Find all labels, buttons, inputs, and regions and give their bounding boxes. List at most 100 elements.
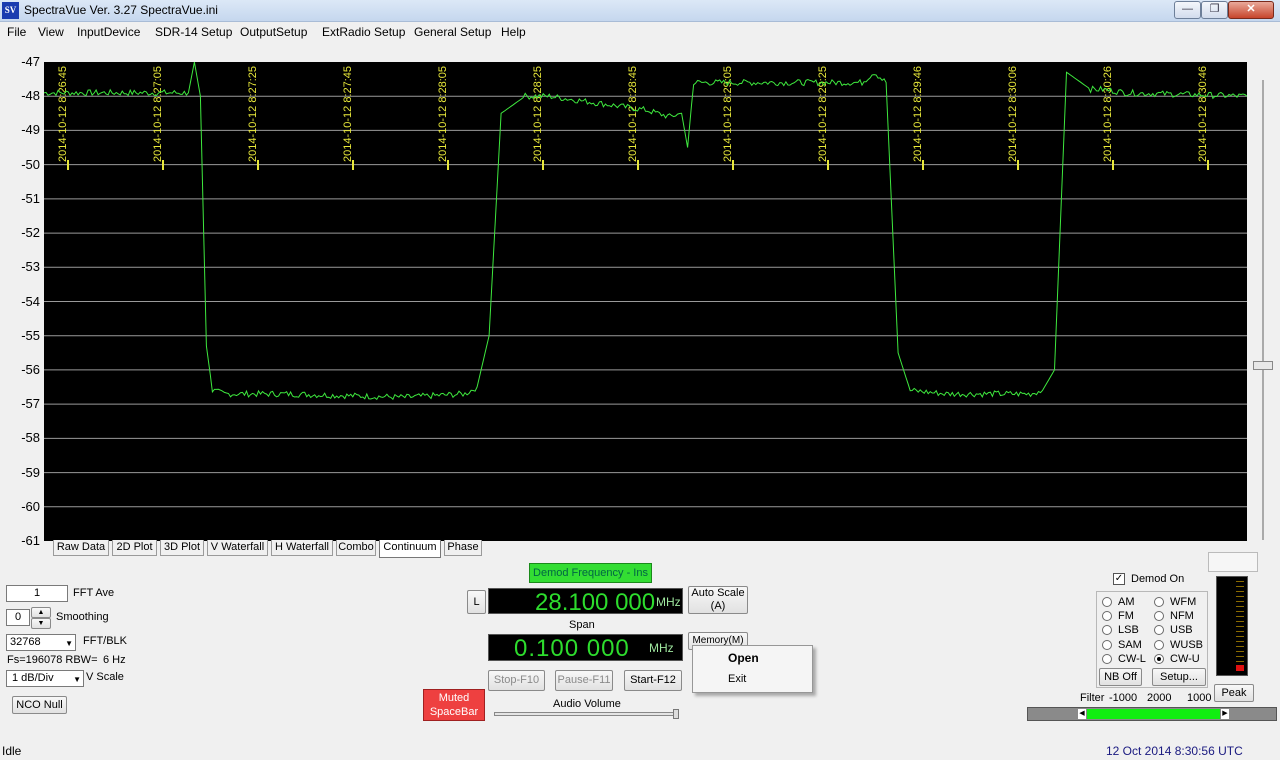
frequency-display[interactable]: 28.100 000 MHz bbox=[488, 588, 683, 616]
y-tick-label: -59 bbox=[21, 464, 40, 480]
vscale-value: 1 dB/Div bbox=[12, 672, 54, 684]
filter-passband bbox=[1087, 709, 1220, 719]
filter-label: Filter bbox=[1080, 692, 1105, 704]
chevron-down-icon: ▼ bbox=[73, 675, 81, 684]
tab-2d-plot[interactable]: 2D Plot bbox=[112, 540, 157, 556]
radio-wfm-label: WFM bbox=[1170, 596, 1197, 608]
y-tick-label: -51 bbox=[21, 190, 40, 206]
audio-volume-thumb[interactable] bbox=[673, 709, 679, 719]
radio-fm-label: FM bbox=[1118, 610, 1134, 622]
radio-wfm[interactable] bbox=[1154, 597, 1164, 607]
filter-right-handle[interactable]: ▶ bbox=[1221, 709, 1229, 719]
tab-continuum[interactable]: Continuum bbox=[379, 540, 441, 558]
radio-cw-u-label: CW-U bbox=[1170, 653, 1200, 665]
window-title: SpectraVue Ver. 3.27 SpectraVue.ini bbox=[24, 3, 218, 17]
stop-button[interactable]: Stop-F10 bbox=[488, 670, 545, 691]
time-label: 2014-10-12 8:27:05 bbox=[152, 66, 164, 162]
y-tick-label: -56 bbox=[21, 361, 40, 377]
tab-combo[interactable]: Combo bbox=[336, 540, 376, 556]
menu-help[interactable]: Help bbox=[501, 25, 526, 39]
radio-sam[interactable] bbox=[1102, 640, 1112, 650]
vertical-slider-thumb[interactable] bbox=[1253, 361, 1273, 370]
menu-sdr14-setup[interactable]: SDR-14 Setup bbox=[155, 25, 232, 39]
radio-am[interactable] bbox=[1102, 597, 1112, 607]
tab-phase[interactable]: Phase bbox=[444, 540, 482, 556]
radio-cw-l-label: CW-L bbox=[1118, 653, 1146, 665]
auto-scale-button[interactable]: Auto Scale (A) bbox=[688, 586, 748, 614]
smoothing-input[interactable]: 0 bbox=[6, 609, 30, 626]
fft-ave-input[interactable]: 1 bbox=[6, 585, 68, 602]
span-value: 0.100 000 bbox=[514, 635, 630, 662]
audio-volume-label: Audio Volume bbox=[553, 698, 621, 710]
frequency-value: 28.100 000 bbox=[535, 589, 656, 616]
radio-cw-u[interactable] bbox=[1154, 654, 1164, 664]
radio-wusb-label: WUSB bbox=[1170, 639, 1203, 651]
pause-button[interactable]: Pause-F11 bbox=[555, 670, 613, 691]
tab-3d-plot[interactable]: 3D Plot bbox=[160, 540, 204, 556]
time-label: 2014-10-12 8:26:45 bbox=[57, 66, 69, 162]
signal-meter bbox=[1216, 576, 1248, 676]
title-bar: SV SpectraVue Ver. 3.27 SpectraVue.ini —… bbox=[0, 0, 1280, 22]
close-button[interactable]: ✕ bbox=[1228, 1, 1274, 19]
peak-button[interactable]: Peak bbox=[1214, 684, 1254, 702]
fft-ave-label: FFT Ave bbox=[73, 587, 115, 599]
menu-general-setup[interactable]: General Setup bbox=[414, 25, 491, 39]
nco-null-button[interactable]: NCO Null bbox=[12, 696, 67, 714]
radio-lsb[interactable] bbox=[1102, 625, 1112, 635]
rbw-value: 6 Hz bbox=[103, 654, 126, 666]
menu-bar: File View InputDevice SDR-14 Setup Outpu… bbox=[0, 22, 1280, 42]
vscale-select[interactable]: 1 dB/Div ▼ bbox=[6, 670, 84, 687]
tab-h-waterfall[interactable]: H Waterfall bbox=[271, 540, 333, 556]
radio-usb[interactable] bbox=[1154, 625, 1164, 635]
menu-exit[interactable]: Exit bbox=[728, 673, 746, 685]
radio-wusb[interactable] bbox=[1154, 640, 1164, 650]
radio-am-label: AM bbox=[1118, 596, 1135, 608]
y-axis: -47 -48 -49 -50 -51 -52 -53 -54 -55 -56 -57 -58 -59 -… bbox=[0, 0, 44, 560]
time-label: 2014-10-12 8:30:26 bbox=[1102, 66, 1114, 162]
filter-left-handle[interactable]: ◀ bbox=[1078, 709, 1086, 719]
tab-v-waterfall[interactable]: V Waterfall bbox=[207, 540, 268, 556]
menu-outputsetup[interactable]: OutputSetup bbox=[240, 25, 307, 39]
menu-inputdevice[interactable]: InputDevice bbox=[77, 25, 140, 39]
demod-on-label: Demod On bbox=[1131, 573, 1185, 585]
time-label: 2014-10-12 8:30:06 bbox=[1007, 66, 1019, 162]
smoothing-up-button[interactable]: ▲ bbox=[31, 607, 51, 618]
tab-raw-data[interactable]: Raw Data bbox=[53, 540, 109, 556]
menu-open[interactable]: Open bbox=[728, 651, 759, 665]
y-tick-label: -55 bbox=[21, 327, 40, 343]
time-label: 2014-10-12 8:28:45 bbox=[627, 66, 639, 162]
y-tick-label: -49 bbox=[21, 122, 40, 138]
spectrum-plot[interactable]: 2014-10-12 8:26:45 2014-10-12 8:27:05 2014… bbox=[43, 61, 1248, 541]
y-tick-label: -61 bbox=[21, 533, 40, 548]
maximize-button[interactable]: ❐ bbox=[1201, 1, 1228, 19]
y-tick-label: -54 bbox=[21, 293, 40, 309]
radio-usb-label: USB bbox=[1170, 624, 1193, 636]
demod-frequency-button[interactable]: Demod Frequency - Ins bbox=[529, 563, 652, 583]
y-tick-label: -48 bbox=[21, 88, 40, 104]
span-display[interactable]: 0.100 000 MHz bbox=[488, 634, 683, 662]
nb-off-button[interactable]: NB Off bbox=[1099, 668, 1142, 686]
smoothing-down-button[interactable]: ▼ bbox=[31, 618, 51, 629]
radio-cw-l[interactable] bbox=[1102, 654, 1112, 664]
setup-button[interactable]: Setup... bbox=[1152, 668, 1206, 686]
menu-extradio-setup[interactable]: ExtRadio Setup bbox=[322, 25, 405, 39]
filter-bar[interactable]: ◀ ▶ bbox=[1027, 707, 1277, 721]
filter-low: -1000 bbox=[1109, 692, 1138, 704]
span-unit: MHz bbox=[649, 641, 674, 655]
minimize-button[interactable]: — bbox=[1174, 1, 1201, 19]
context-menu: Open Exit bbox=[692, 645, 813, 693]
radio-nfm[interactable] bbox=[1154, 611, 1164, 621]
continuum-chart: 2014-10-12 8:26:45 2014-10-12 8:27:05 2014… bbox=[43, 61, 1248, 508]
demod-on-checkbox[interactable]: ✓ bbox=[1113, 573, 1125, 585]
span-label: Span bbox=[569, 619, 595, 631]
y-tick-label: -58 bbox=[21, 430, 40, 446]
radio-fm[interactable] bbox=[1102, 611, 1112, 621]
lock-button[interactable]: L bbox=[467, 590, 486, 614]
audio-volume-slider[interactable] bbox=[494, 712, 678, 716]
filter-mid: 2000 bbox=[1147, 692, 1172, 704]
start-button[interactable]: Start-F12 bbox=[624, 670, 682, 691]
muted-button[interactable]: Muted SpaceBar bbox=[423, 689, 485, 721]
time-label: 2014-10-12 8:28:05 bbox=[437, 66, 449, 162]
y-tick-label: -52 bbox=[21, 225, 40, 241]
fft-blk-select[interactable]: 32768 ▼ bbox=[6, 634, 76, 651]
